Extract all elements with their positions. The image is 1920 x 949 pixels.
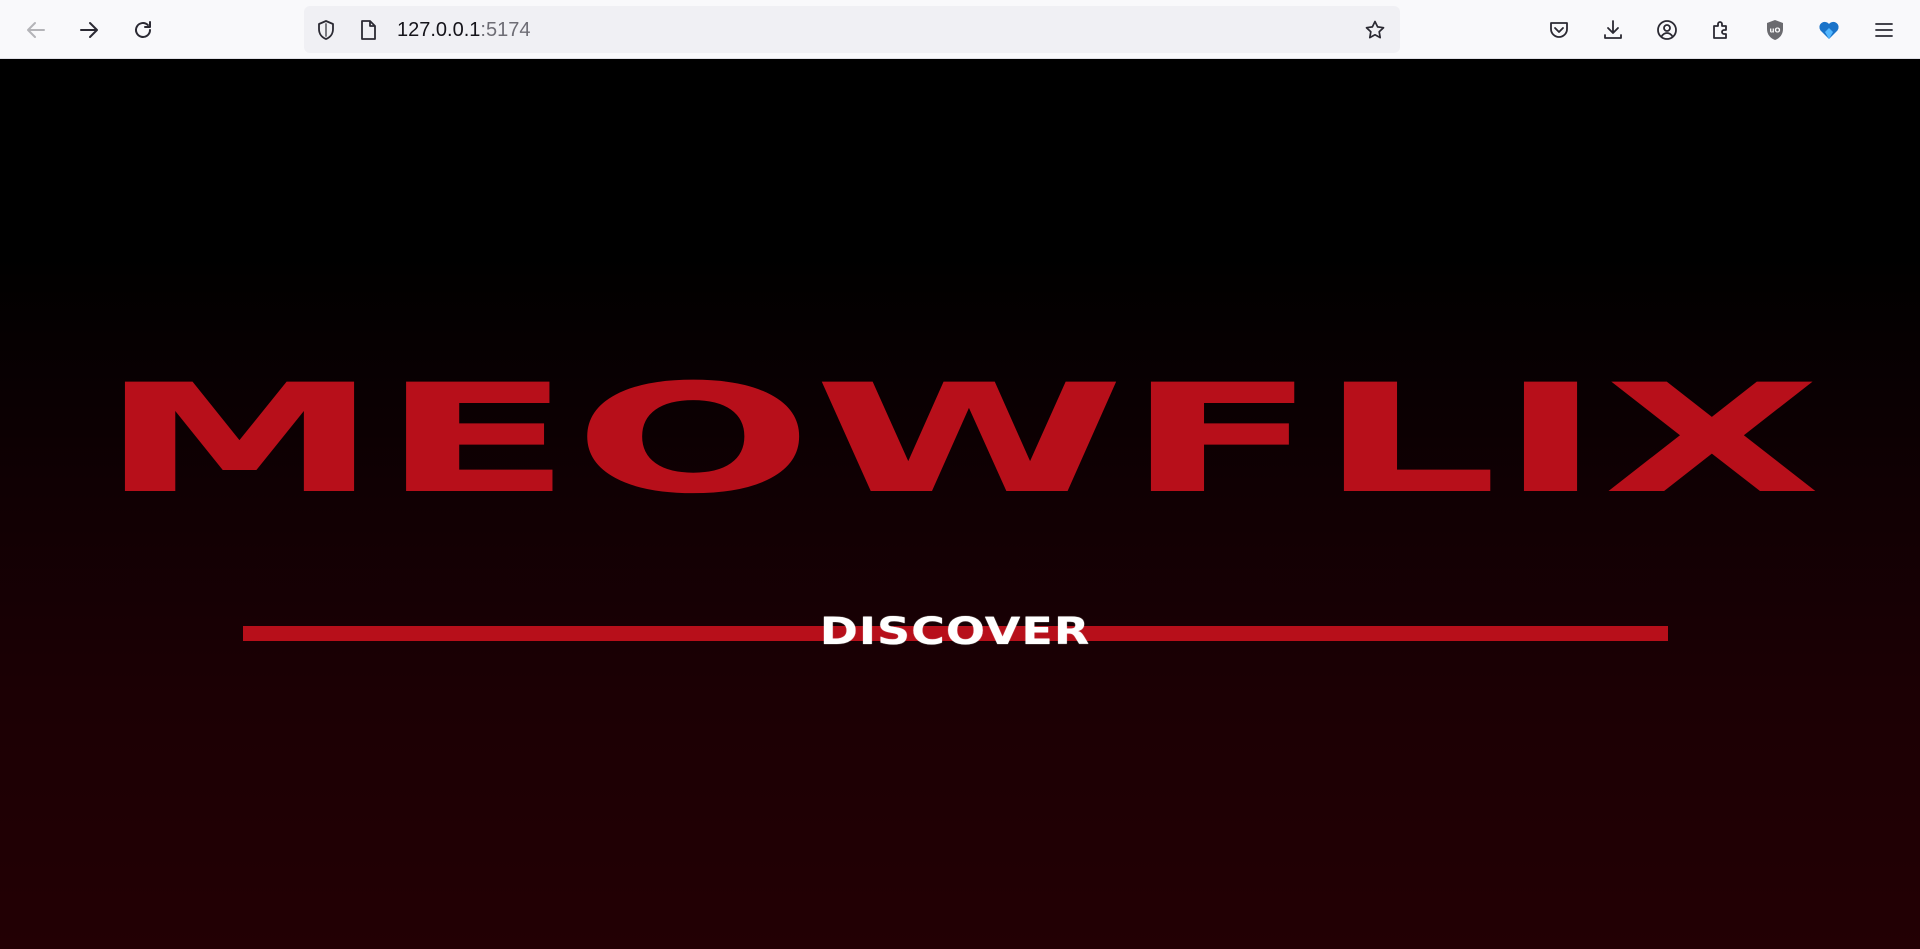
brand-title: MEOWFLIX xyxy=(99,353,1821,526)
ublock-shield-icon: uO xyxy=(1767,20,1783,40)
browser-toolbar: 127.0.0.1:5174 uO xyxy=(0,0,1920,59)
forward-button[interactable] xyxy=(69,10,109,50)
url-host: 127.0.0.1 xyxy=(397,19,481,41)
reload-button[interactable] xyxy=(123,10,163,50)
heart-extension-icon xyxy=(1819,21,1839,39)
puzzle-icon xyxy=(1713,21,1727,39)
account-button[interactable] xyxy=(1647,10,1687,50)
url-text[interactable]: 127.0.0.1:5174 xyxy=(397,17,530,43)
menu-button[interactable] xyxy=(1864,10,1904,50)
url-bar[interactable]: 127.0.0.1:5174 xyxy=(304,6,1400,53)
brand-logo: MEOWFLIX xyxy=(99,353,1821,526)
forward-arrow-icon xyxy=(80,22,98,38)
discover-button[interactable]: DISCOVER xyxy=(794,605,1116,657)
pocket-button[interactable] xyxy=(1539,10,1579,50)
hamburger-menu-icon xyxy=(1875,23,1893,37)
star-icon xyxy=(1365,20,1385,39)
pocket-icon xyxy=(1550,22,1568,38)
heart-extension-button[interactable] xyxy=(1809,10,1849,50)
download-icon xyxy=(1604,20,1622,39)
reload-icon xyxy=(135,21,151,38)
extensions-button[interactable] xyxy=(1701,10,1741,50)
ublock-extension-button[interactable]: uO xyxy=(1755,10,1795,50)
back-arrow-icon xyxy=(27,22,45,38)
downloads-button[interactable] xyxy=(1593,10,1633,50)
url-port: :5174 xyxy=(480,19,531,41)
page-info-icon-wrap xyxy=(356,18,380,42)
shield-icon xyxy=(318,20,334,40)
discover-label: DISCOVER xyxy=(819,608,1091,654)
account-icon xyxy=(1657,20,1677,40)
svg-text:uO: uO xyxy=(1770,27,1781,35)
back-button[interactable] xyxy=(16,10,56,50)
site-info-button[interactable] xyxy=(314,18,338,42)
page-icon xyxy=(361,20,376,40)
bookmark-button[interactable] xyxy=(1363,18,1387,42)
page-viewport: MEOWFLIX DISCOVER xyxy=(0,59,1920,949)
